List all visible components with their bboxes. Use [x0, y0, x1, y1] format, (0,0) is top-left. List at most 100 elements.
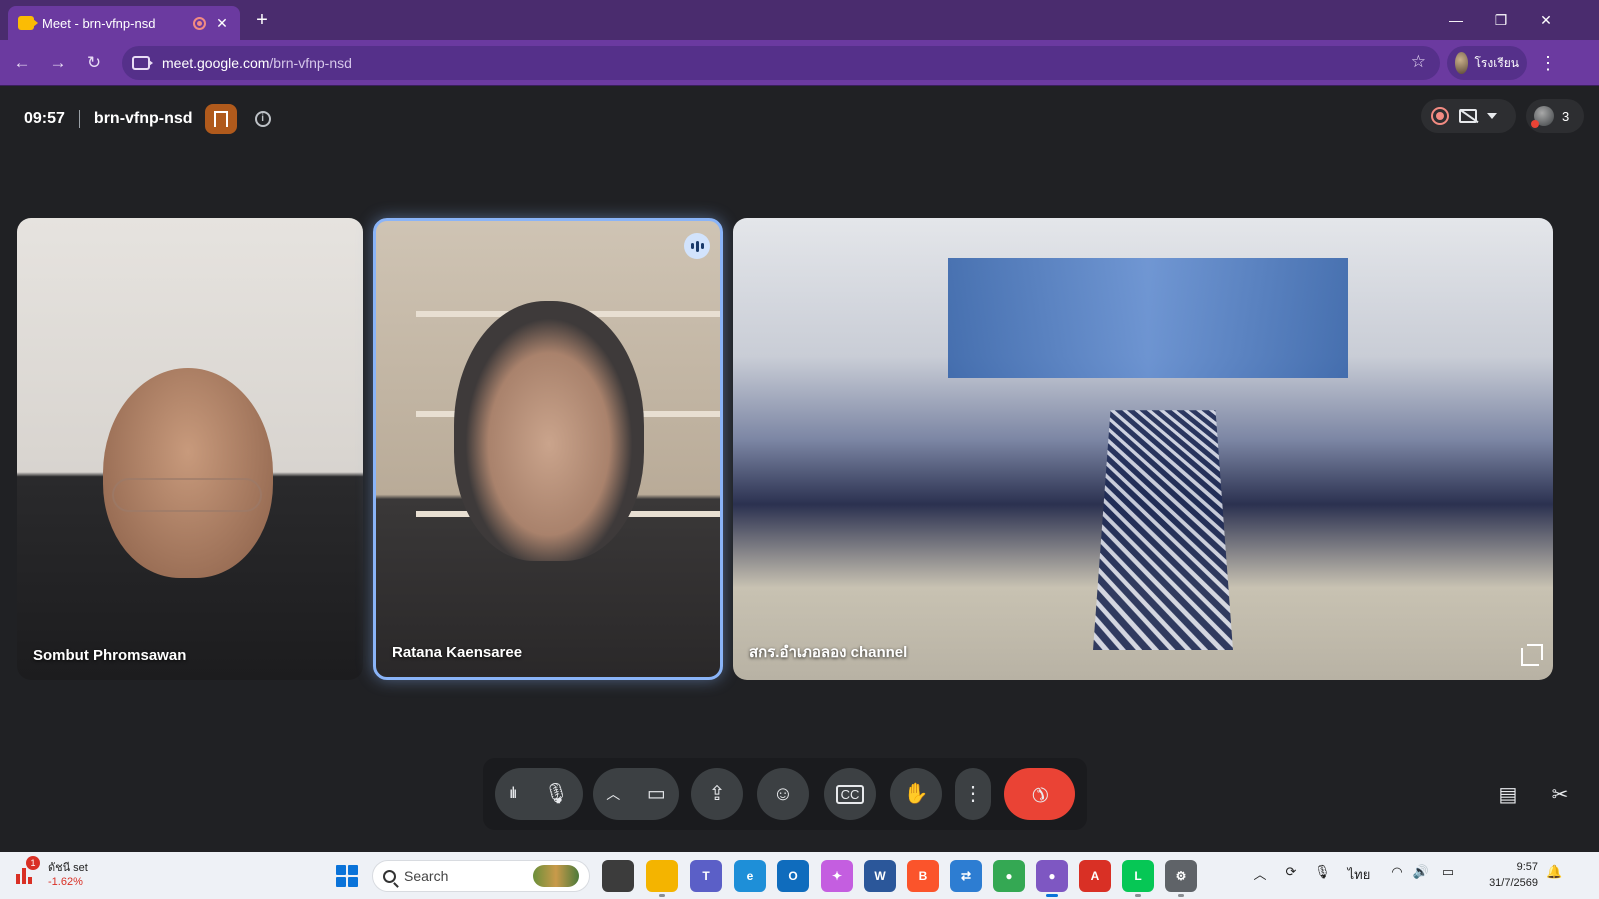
stock-widget[interactable]: 1 ดัชนี set -1.62%: [14, 856, 88, 888]
emoji-icon: ☺: [772, 783, 794, 805]
participants-button[interactable]: 3: [1526, 99, 1584, 133]
close-window-button[interactable]: ✕: [1526, 6, 1566, 34]
participant-name: Ratana Kaensaree: [392, 644, 523, 661]
meeting-info-icon[interactable]: i: [254, 111, 271, 127]
pdf-reader-icon[interactable]: A: [1079, 860, 1111, 892]
search-placeholder: Search: [404, 868, 449, 884]
recording-icon: [1431, 107, 1449, 125]
captions-button[interactable]: CC: [824, 768, 876, 820]
wifi-icon[interactable]: ◠: [1388, 864, 1406, 880]
participant-tile-active-speaker[interactable]: Ratana Kaensaree: [373, 218, 723, 680]
chat-icon: ▤: [1498, 783, 1518, 806]
reload-icon[interactable]: ↻: [80, 49, 108, 77]
os-taskbar: 1 ดัชนี set -1.62% Search T e O ✦ W B ⇄ …: [0, 852, 1599, 899]
clock-date: 31/7/2569: [1489, 877, 1538, 889]
crop-frame-icon[interactable]: [1521, 644, 1543, 666]
audio-levels-icon: ılı: [509, 785, 518, 802]
minimize-window-button[interactable]: —: [1436, 6, 1476, 34]
task-view-icon[interactable]: [602, 860, 634, 892]
profile-button[interactable]: โรงเรียน: [1447, 46, 1527, 80]
site-camera-icon[interactable]: [132, 56, 153, 70]
notification-badge: 1: [26, 856, 40, 870]
url-text: meet.google.com/brn-vfnp-nsd: [162, 55, 352, 71]
show-hidden-icons-chevron-icon[interactable]: ︿: [1252, 864, 1268, 883]
address-bar[interactable]: meet.google.com/brn-vfnp-nsd ☆: [122, 46, 1440, 80]
file-explorer-icon[interactable]: [646, 860, 678, 897]
end-call-button[interactable]: ✆: [1004, 768, 1075, 820]
raise-hand-icon: ✋: [903, 783, 929, 805]
meeting-time: 09:57: [24, 110, 65, 127]
participant-video: [454, 301, 644, 561]
notifications-icon[interactable]: 🔔: [1546, 864, 1562, 880]
browser-toolbar: ← → ↻ meet.google.com/brn-vfnp-nsd ☆ โรง…: [0, 40, 1599, 86]
taskbar-search[interactable]: Search: [372, 860, 590, 892]
browser-tab-strip: Meet - brn-vfnp-nsd ✕ + — ❐ ✕: [0, 0, 1599, 40]
brave-icon[interactable]: B: [907, 860, 939, 892]
profile-name: โรงเรียน: [1474, 55, 1519, 70]
participant-name: สกร.อำเภอลอง channel: [749, 644, 908, 661]
search-highlight-image: [533, 865, 579, 887]
emoji-reaction-button[interactable]: ☺: [757, 768, 809, 820]
volume-icon[interactable]: 🔊: [1412, 864, 1430, 880]
meeting-header: 09:57 brn-vfnp-nsd i: [24, 104, 271, 134]
participant-avatar: [1531, 106, 1554, 128]
clock-time: 9:57: [1516, 861, 1538, 873]
participant-count: 3: [1562, 108, 1570, 124]
activities-button[interactable]: ✂: [1534, 768, 1586, 820]
stock-label: ดัชนี set: [48, 862, 88, 874]
bookmark-star-icon[interactable]: ☆: [1411, 52, 1426, 72]
line-app-icon[interactable]: L: [1122, 860, 1154, 897]
participant-video: [103, 368, 273, 578]
video-background-banner: [948, 258, 1348, 378]
meeting-code: brn-vfnp-nsd: [93, 110, 193, 127]
host-controls-icon[interactable]: [204, 104, 237, 134]
chrome-icon[interactable]: ●: [993, 860, 1025, 892]
more-options-icon: ⋮: [963, 783, 983, 805]
present-screen-button[interactable]: ⇪: [691, 768, 743, 820]
chrome-profile-icon[interactable]: ●: [1036, 860, 1068, 897]
participant-video-detail: [112, 478, 262, 512]
camera-icon[interactable]: ▭: [647, 784, 666, 804]
participant-tile[interactable]: สกร.อำเภอลอง channel: [733, 218, 1553, 680]
outlook-icon[interactable]: O: [777, 860, 809, 892]
chevron-down-icon: [1487, 113, 1497, 119]
raise-hand-button[interactable]: ✋: [890, 768, 942, 820]
system-clock[interactable]: 9:57 31/7/2569: [1488, 859, 1538, 891]
restore-window-button[interactable]: ❐: [1481, 6, 1521, 34]
captions-off-icon: [1459, 109, 1477, 123]
camera-control[interactable]: ︿ ▭: [593, 768, 679, 820]
forward-arrow-icon[interactable]: →: [44, 49, 72, 77]
chat-button[interactable]: ▤: [1482, 768, 1534, 820]
meet-stage: 09:57 brn-vfnp-nsd i 3 Sombut Phromsawan…: [0, 86, 1599, 852]
microphone-control[interactable]: ılı 🎙: [495, 768, 583, 820]
end-call-icon: ✆: [1025, 780, 1054, 808]
browser-menu-icon[interactable]: ⋮: [1536, 49, 1560, 77]
sync-icon[interactable]: ⟳: [1282, 864, 1300, 880]
recording-captions-status[interactable]: [1421, 99, 1516, 133]
close-tab-icon[interactable]: ✕: [214, 15, 230, 32]
edge-icon[interactable]: e: [734, 860, 766, 892]
teams-icon[interactable]: T: [690, 860, 722, 892]
browser-tab-meet[interactable]: Meet - brn-vfnp-nsd ✕: [8, 6, 240, 40]
word-icon[interactable]: W: [864, 860, 896, 892]
copilot-icon[interactable]: ✦: [821, 860, 853, 892]
new-tab-button[interactable]: +: [250, 8, 274, 32]
settings-gear-icon[interactable]: ⚙: [1165, 860, 1197, 897]
call-controls-bar: ılı 🎙 ︿ ▭ ⇪ ☺ CC ✋ ⋮ ✆: [483, 758, 1087, 830]
participant-name: Sombut Phromsawan: [33, 647, 187, 664]
recording-indicator-icon: [193, 16, 206, 30]
microphone-icon[interactable]: 🎙: [544, 784, 569, 804]
windows-start-icon[interactable]: [336, 865, 358, 887]
battery-icon[interactable]: ▭: [1437, 864, 1459, 880]
video-conference-table: [1093, 410, 1233, 650]
chevron-up-icon[interactable]: ︿: [606, 787, 620, 801]
input-language[interactable]: ไทย: [1344, 864, 1374, 885]
stock-change: -1.62%: [48, 876, 83, 888]
stock-chart-icon: 1: [14, 856, 40, 886]
remote-app-icon[interactable]: ⇄: [950, 860, 982, 892]
participant-tile[interactable]: Sombut Phromsawan: [17, 218, 363, 680]
search-icon: [383, 869, 396, 883]
tray-microphone-icon[interactable]: 🎙: [1314, 864, 1331, 880]
more-options-button[interactable]: ⋮: [955, 768, 991, 820]
back-arrow-icon[interactable]: ←: [8, 49, 36, 77]
